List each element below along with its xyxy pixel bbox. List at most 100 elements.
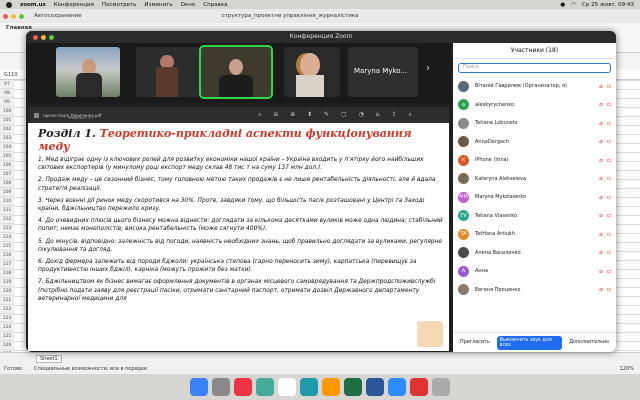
finder-icon[interactable] xyxy=(190,378,208,396)
zoom-tray-icon[interactable]: ● xyxy=(560,2,565,8)
row-number[interactable]: 107 xyxy=(0,170,14,179)
participant-row[interactable]: Віталій Гаврилюк (Организатор, я) ⌀ ▫ xyxy=(453,77,616,96)
chrome-icon[interactable] xyxy=(278,378,296,396)
chevron-right-icon[interactable]: › xyxy=(426,63,430,74)
row-number[interactable]: 112 xyxy=(0,215,14,224)
mic-muted-icon[interactable]: ⌀ xyxy=(599,212,603,219)
video-off-icon[interactable]: ▫ xyxy=(607,212,611,219)
row-number[interactable]: 108 xyxy=(0,179,14,188)
video-tile-name-only[interactable]: Maryna Myko... xyxy=(348,47,418,97)
video-off-icon[interactable]: ▫ xyxy=(607,175,611,182)
row-number[interactable]: 97 xyxy=(0,80,14,89)
accessibility-status[interactable]: Специальные возможности: все в порядке xyxy=(34,366,147,372)
participant-row[interactable]: i(iPhone (Irina) ⌀ ▫ xyxy=(453,151,616,170)
close-dot-icon[interactable] xyxy=(3,13,8,19)
row-number[interactable]: 115 xyxy=(0,242,14,251)
app-icon[interactable] xyxy=(234,378,252,396)
safari-icon[interactable] xyxy=(300,378,318,396)
participant-row[interactable]: Алена Василенко ⌀ ▫ xyxy=(453,244,616,263)
zoom-level[interactable]: 120% xyxy=(620,366,634,372)
invite-button[interactable]: Пригласить xyxy=(457,338,493,347)
pdf-tools-icons[interactable]: ⌕ ⊖ ⊕ ⬆ ✎ ▢ ◔ ⌂ ⇪ ⌕ xyxy=(258,111,417,119)
participant-row[interactable]: TV Tetiana Vlasenko ⌀ ▫ xyxy=(453,207,616,226)
row-number[interactable]: 100 xyxy=(0,107,14,116)
zoom-minimize-icon[interactable] xyxy=(41,34,46,40)
row-number[interactable]: 122 xyxy=(0,305,14,314)
participants-search-input[interactable]: Поиск xyxy=(458,63,611,73)
row-number[interactable]: 116 xyxy=(0,251,14,260)
row-number[interactable]: 120 xyxy=(0,287,14,296)
video-off-icon[interactable]: ▫ xyxy=(607,194,611,201)
messages-icon[interactable] xyxy=(256,378,274,396)
video-tile[interactable] xyxy=(136,47,200,97)
participant-row[interactable]: A Анна ⌀ ▫ xyxy=(453,262,616,281)
video-tile[interactable] xyxy=(56,47,120,97)
row-number[interactable]: 111 xyxy=(0,206,14,215)
video-tile-active-speaker[interactable] xyxy=(199,45,273,99)
apple-icon[interactable] xyxy=(6,1,12,8)
video-off-icon[interactable]: ▫ xyxy=(607,249,611,256)
mic-muted-icon[interactable]: ⌀ xyxy=(599,138,603,145)
sidebar-toggle-icon[interactable] xyxy=(34,112,39,118)
video-off-icon[interactable]: ▫ xyxy=(607,286,611,293)
participant-row[interactable]: Kateryna Alekseieva ⌀ ▫ xyxy=(453,170,616,189)
row-number[interactable]: 106 xyxy=(0,161,14,170)
row-number[interactable]: 103 xyxy=(0,134,14,143)
row-number[interactable]: 98 xyxy=(0,89,14,98)
mic-muted-icon[interactable]: ⌀ xyxy=(599,249,603,256)
row-number[interactable]: 99 xyxy=(0,98,14,107)
mic-muted-icon[interactable]: ⌀ xyxy=(599,83,603,90)
mute-all-button[interactable]: Выключить звук для всех xyxy=(496,335,563,350)
menu-window[interactable]: Окно xyxy=(181,2,196,8)
menu-conference[interactable]: Конференция xyxy=(54,2,94,8)
row-number[interactable]: 117 xyxy=(0,260,14,269)
zoom-maximize-icon[interactable] xyxy=(49,34,54,40)
row-number[interactable]: 121 xyxy=(0,296,14,305)
mic-muted-icon[interactable]: ⌀ xyxy=(599,120,603,127)
participant-row[interactable]: AnnaDergach ⌀ ▫ xyxy=(453,133,616,152)
menu-edit[interactable]: Изменить xyxy=(144,2,172,8)
mic-muted-icon[interactable]: ⌀ xyxy=(599,157,603,164)
video-off-icon[interactable]: ▫ xyxy=(607,101,611,108)
photos-icon[interactable] xyxy=(322,378,340,396)
video-off-icon[interactable]: ▫ xyxy=(607,231,611,238)
participant-row[interactable]: Tetiana Lobunets ⌀ ▫ xyxy=(453,114,616,133)
video-off-icon[interactable]: ▫ xyxy=(607,157,611,164)
pdf-icon[interactable] xyxy=(410,378,428,396)
row-number[interactable]: 105 xyxy=(0,152,14,161)
minimize-dot-icon[interactable] xyxy=(11,13,16,19)
row-number[interactable]: 125 xyxy=(0,332,14,341)
row-number[interactable]: 101 xyxy=(0,116,14,125)
row-number[interactable]: 114 xyxy=(0,233,14,242)
row-number[interactable]: 104 xyxy=(0,143,14,152)
participant-row[interactable]: TA TetHana Artiukh ⌀ ▫ xyxy=(453,225,616,244)
video-off-icon[interactable]: ▫ xyxy=(607,138,611,145)
cell-reference[interactable]: G110 xyxy=(4,72,17,78)
row-number[interactable]: 109 xyxy=(0,188,14,197)
mic-muted-icon[interactable]: ⌀ xyxy=(599,268,603,275)
row-number[interactable]: 113 xyxy=(0,224,14,233)
clock[interactable]: Ср 25 жовт. 09:43 xyxy=(582,2,634,8)
row-number[interactable]: 119 xyxy=(0,278,14,287)
menu-app[interactable]: zoom.us xyxy=(20,2,46,8)
zoom-icon[interactable] xyxy=(388,378,406,396)
participant-row[interactable]: Евгеня Проценко ⌀ ▫ xyxy=(453,281,616,300)
video-off-icon[interactable]: ▫ xyxy=(607,268,611,275)
row-number[interactable]: 123 xyxy=(0,314,14,323)
menu-view[interactable]: Посмотреть xyxy=(102,2,137,8)
row-number[interactable]: 118 xyxy=(0,269,14,278)
row-number[interactable]: 124 xyxy=(0,323,14,332)
mic-muted-icon[interactable]: ⌀ xyxy=(599,194,603,201)
participant-row[interactable]: MM Maryna Mykolaienko ⌀ ▫ xyxy=(453,188,616,207)
word-icon[interactable] xyxy=(366,378,384,396)
excel-icon[interactable] xyxy=(344,378,362,396)
launchpad-icon[interactable] xyxy=(212,378,230,396)
mic-muted-icon[interactable]: ⌀ xyxy=(599,286,603,293)
video-tile[interactable] xyxy=(284,47,340,97)
maximize-dot-icon[interactable] xyxy=(19,13,24,19)
mic-muted-icon[interactable]: ⌀ xyxy=(599,175,603,182)
autosave-label[interactable]: Автосохранение xyxy=(34,13,82,19)
row-number[interactable]: 126 xyxy=(0,341,14,350)
sheet-tab[interactable]: Sheet1 xyxy=(36,355,62,363)
wifi-icon[interactable]: ◠ xyxy=(571,2,576,8)
